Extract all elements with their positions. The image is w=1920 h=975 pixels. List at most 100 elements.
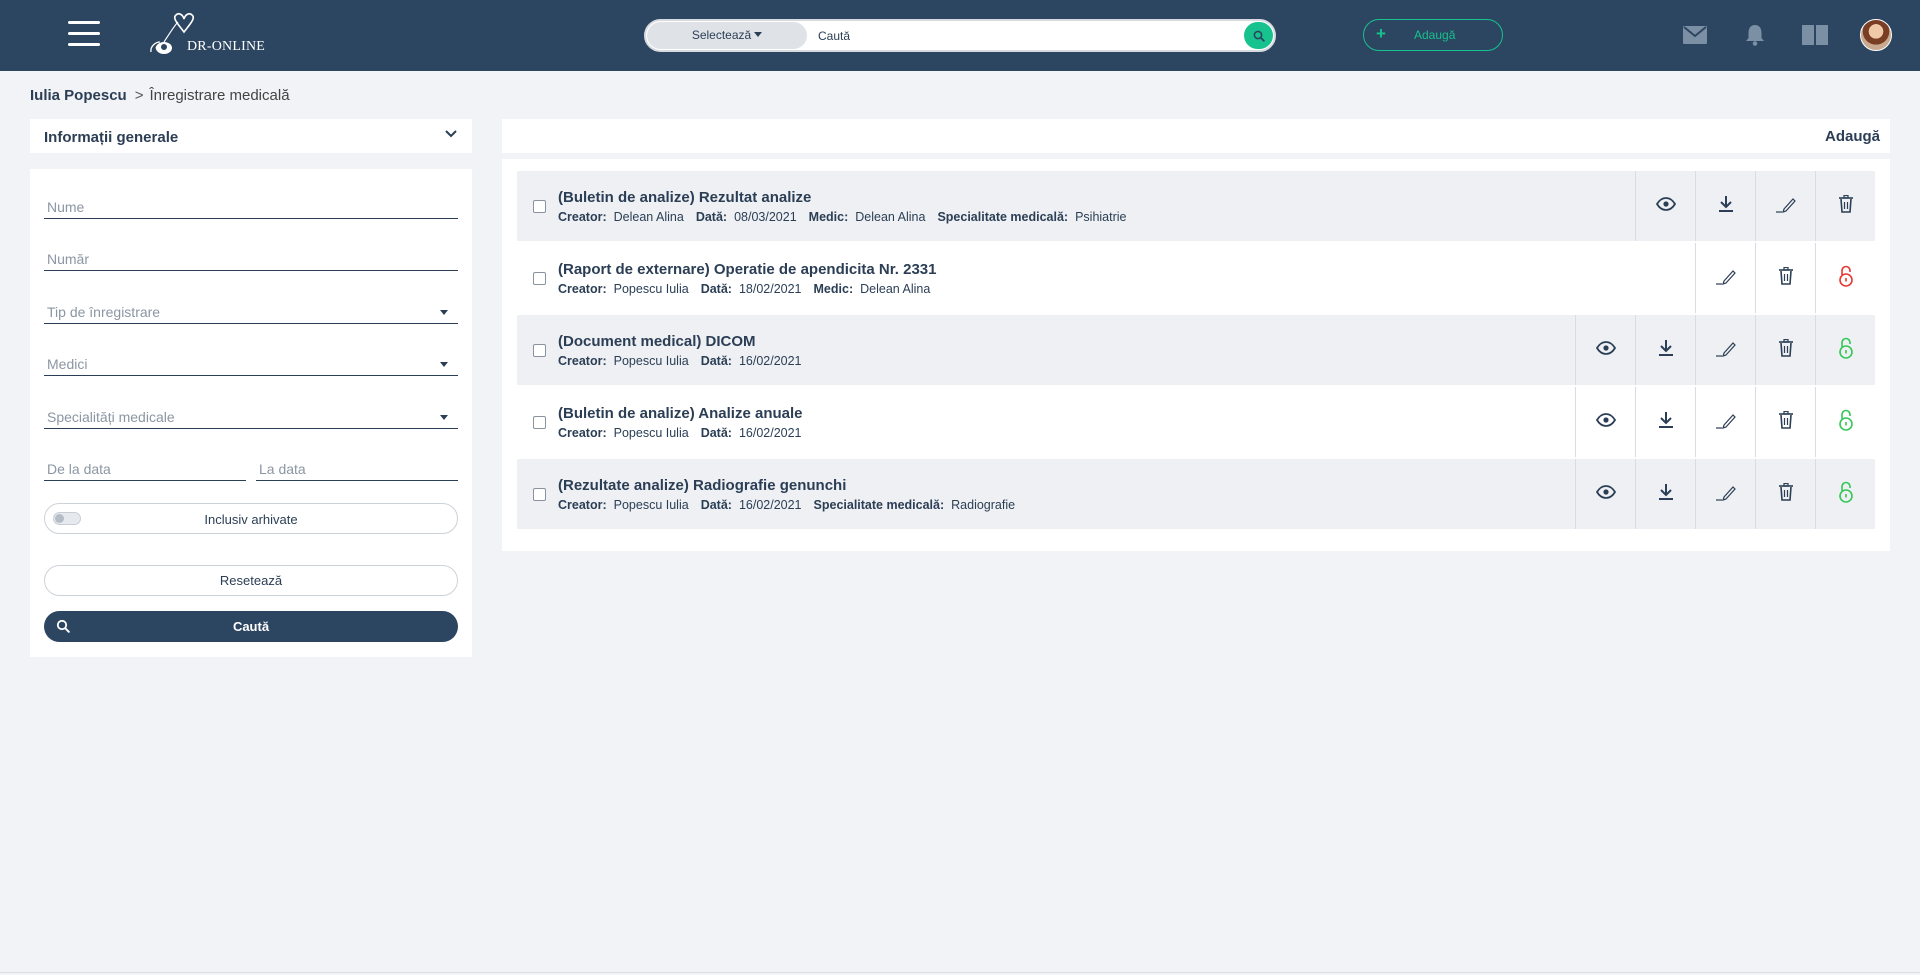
record-type-input[interactable] <box>44 294 458 323</box>
include-archived-toggle[interactable]: Inclusiv arhivate <box>44 503 458 534</box>
record-meta: Creator: Popescu Iulia Dată: 16/02/2021 <box>558 354 814 368</box>
record-title[interactable]: (Rezultate analize) Radiografie genunchi <box>558 477 846 494</box>
to-date-input[interactable] <box>256 451 458 480</box>
record-checkbox[interactable] <box>533 488 546 501</box>
download-button[interactable] <box>1635 315 1695 385</box>
view-button[interactable] <box>1575 459 1635 529</box>
edit-button[interactable] <box>1755 171 1815 241</box>
record-title[interactable]: (Raport de externare) Operatie de apendi… <box>558 261 936 278</box>
search-category-select[interactable]: Selectează <box>647 22 807 49</box>
specialties-select[interactable] <box>44 399 458 429</box>
caret-down-icon <box>440 362 448 367</box>
general-info-toggle[interactable]: Informații generale <box>30 119 472 153</box>
add-button[interactable]: + Adaugă <box>1363 19 1503 51</box>
mail-icon[interactable] <box>1681 22 1709 48</box>
download-icon <box>1658 339 1674 362</box>
record-checkbox[interactable] <box>533 272 546 285</box>
creator-value: Popescu Iulia <box>613 354 689 368</box>
plus-icon: + <box>1376 24 1386 43</box>
download-button[interactable] <box>1695 171 1755 241</box>
lock-icon <box>1838 409 1854 436</box>
add-record-button[interactable]: Adaugă <box>1825 128 1880 145</box>
specialties-input[interactable] <box>44 399 458 428</box>
user-avatar[interactable] <box>1860 19 1892 51</box>
download-button[interactable] <box>1635 459 1695 529</box>
search-icon <box>56 619 70 633</box>
record-checkbox[interactable] <box>533 344 546 357</box>
record-row: (Buletin de analize) Rezultat analize Cre… <box>517 171 1875 241</box>
record-row: (Rezultate analize) Radiografie genunchi… <box>517 459 1875 529</box>
record-row: (Buletin de analize) Analize anuale Creat… <box>517 387 1875 457</box>
edit-button[interactable] <box>1695 459 1755 529</box>
view-button[interactable] <box>1635 171 1695 241</box>
edit-button[interactable] <box>1695 387 1755 457</box>
from-date-field[interactable] <box>44 451 246 481</box>
bell-icon[interactable] <box>1741 22 1769 48</box>
record-type-select[interactable] <box>44 294 458 324</box>
record-title[interactable]: (Buletin de analize) Rezultat analize <box>558 189 811 206</box>
doctors-select[interactable] <box>44 346 458 376</box>
delete-button[interactable] <box>1755 315 1815 385</box>
caret-down-icon <box>440 310 448 315</box>
delete-button[interactable] <box>1755 387 1815 457</box>
edit-icon <box>1775 195 1797 218</box>
edit-button[interactable] <box>1695 243 1755 313</box>
record-checkbox[interactable] <box>533 200 546 213</box>
trash-icon <box>1778 266 1794 290</box>
number-field[interactable] <box>44 241 458 271</box>
creator-label: Creator: <box>558 354 607 368</box>
record-actions <box>1575 315 1875 385</box>
edit-button[interactable] <box>1695 315 1755 385</box>
to-date-field[interactable] <box>256 451 458 481</box>
edit-icon <box>1715 483 1737 506</box>
specialty-value: Psihiatrie <box>1075 210 1127 224</box>
record-meta: Creator: Popescu Iulia Dată: 18/02/2021 Medi… <box>558 282 942 296</box>
record-meta: Creator: Popescu Iulia Dată: 16/02/2021 Spec… <box>558 498 1027 512</box>
search-submit-button[interactable]: Caută <box>44 611 458 642</box>
record-checkbox[interactable] <box>533 416 546 429</box>
record-title[interactable]: (Buletin de analize) Analize anuale <box>558 405 803 422</box>
creator-value: Popescu Iulia <box>613 282 689 296</box>
search-icon <box>1253 30 1265 42</box>
creator-value: Popescu Iulia <box>613 426 689 440</box>
breadcrumb-patient[interactable]: Iulia Popescu <box>30 87 127 104</box>
download-icon <box>1658 411 1674 434</box>
doctors-input[interactable] <box>44 346 458 375</box>
delete-button[interactable] <box>1755 243 1815 313</box>
logo-text: DR-ONLINE <box>187 39 266 54</box>
creator-label: Creator: <box>558 210 607 224</box>
name-field[interactable] <box>44 189 458 219</box>
from-date-input[interactable] <box>44 451 246 480</box>
trash-icon <box>1838 194 1854 218</box>
breadcrumb: Iulia Popescu > Înregistrare medicală <box>30 87 290 104</box>
filters-panel: Inclusiv arhivate Resetează Caută <box>30 169 472 657</box>
date-value: 18/02/2021 <box>738 282 802 296</box>
delete-button[interactable] <box>1755 459 1815 529</box>
date-label: Dată: <box>695 210 728 224</box>
record-row: (Raport de externare) Operatie de apendi… <box>517 243 1875 313</box>
menu-icon[interactable] <box>68 20 100 48</box>
date-label: Dată: <box>700 426 732 440</box>
lock-button[interactable] <box>1815 243 1875 313</box>
view-button[interactable] <box>1575 387 1635 457</box>
lock-button[interactable] <box>1815 387 1875 457</box>
download-button[interactable] <box>1635 387 1695 457</box>
book-icon[interactable] <box>1801 22 1829 48</box>
name-input[interactable] <box>44 189 458 218</box>
record-meta: Creator: Delean Alina Dată: 08/03/2021 Medic… <box>558 210 1139 224</box>
record-row: (Document medical) DICOM Creator: Popescu … <box>517 315 1875 385</box>
search-input[interactable] <box>818 24 1218 47</box>
delete-button[interactable] <box>1815 171 1875 241</box>
view-button[interactable] <box>1575 315 1635 385</box>
lock-icon <box>1838 337 1854 364</box>
date-value: 16/02/2021 <box>738 426 802 440</box>
date-label: Dată: <box>700 282 732 296</box>
search-button[interactable] <box>1244 22 1273 49</box>
creator-label: Creator: <box>558 282 607 296</box>
lock-button[interactable] <box>1815 315 1875 385</box>
record-title[interactable]: (Document medical) DICOM <box>558 333 756 350</box>
reset-button[interactable]: Resetează <box>44 565 458 596</box>
number-input[interactable] <box>44 241 458 270</box>
view-icon <box>1595 484 1616 504</box>
lock-button[interactable] <box>1815 459 1875 529</box>
